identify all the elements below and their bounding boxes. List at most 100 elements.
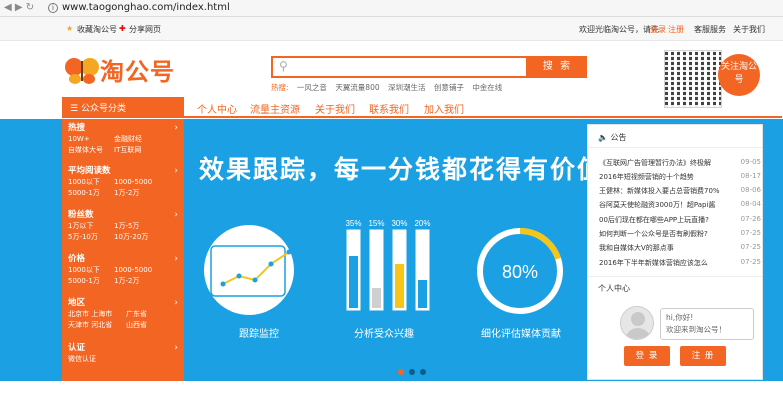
announcement-item[interactable]: 如何判断一个公众号是否有刷假粉? 07-25 xyxy=(599,229,761,239)
category-option[interactable]: 金融财经 xyxy=(114,134,160,145)
interest-bar-chart: 35% 15% 30% 20% xyxy=(345,219,431,311)
category-option[interactable]: 北京市 上海市 xyxy=(68,309,126,320)
announcement-item[interactable]: 谷阿莫天使轮融资3000万！超Papi酱 08-04 xyxy=(599,200,761,210)
category-title: 价格 xyxy=(68,254,86,264)
category-option[interactable]: 5万-10万 xyxy=(68,232,114,243)
announcement-item[interactable]: 我和自媒体大V的那点事 07-25 xyxy=(599,243,761,253)
carousel-dot[interactable] xyxy=(409,369,415,375)
nav-about[interactable]: 关于我们 xyxy=(315,101,355,116)
chevron-right-icon: › xyxy=(174,254,178,264)
hot-search-item[interactable]: 天翼流量800 xyxy=(335,83,379,92)
personal-center-title: 个人中心 xyxy=(598,284,630,293)
category-hot[interactable]: 热搜 › 10W+ 金融财经 自媒体大号 IT互联网 xyxy=(68,123,180,156)
hot-search-item[interactable]: 一风之音 xyxy=(297,83,327,92)
announcement-item[interactable]: 2016年下半年新媒体营销应该怎么 07-25 xyxy=(599,258,761,268)
category-option[interactable]: 微信认证 xyxy=(68,354,114,365)
category-region[interactable]: 地区 › 北京市 上海市 广东省 天津市 河北省 山西省 xyxy=(68,298,180,331)
carousel-dot[interactable] xyxy=(398,369,404,375)
banner-headline: 效果跟踪，每一分钱都花得有价值 xyxy=(199,155,605,184)
category-title: 粉丝数 xyxy=(68,210,94,220)
ring-label: 80% xyxy=(502,262,538,282)
login-link[interactable]: 登录 xyxy=(650,24,666,35)
nav-join[interactable]: 加入我们 xyxy=(424,101,464,116)
bar xyxy=(349,256,358,308)
bar xyxy=(418,280,427,308)
nav-traffic-resources[interactable]: 流量主资源 xyxy=(250,101,300,116)
favorite-link[interactable]: 收藏淘公号 xyxy=(77,24,117,35)
category-option[interactable]: 天津市 河北省 xyxy=(68,320,126,331)
announcement-item[interactable]: 《互联网广告管理暂行办法》终极解 09-05 xyxy=(599,158,761,168)
welcome-text: 欢迎光临淘公号，请先 xyxy=(579,25,659,34)
category-option[interactable]: 广东省 xyxy=(126,309,172,320)
category-verified[interactable]: 认证 › 微信认证 xyxy=(68,343,180,365)
site-logo[interactable]: 淘公号 xyxy=(64,52,186,86)
search-input[interactable]: ⚲ xyxy=(271,56,528,78)
nav-personal-center[interactable]: 个人中心 xyxy=(197,101,237,116)
bar-label: 15% xyxy=(368,219,384,228)
menu-icon: ☰ xyxy=(70,104,79,114)
announcement-title: 公告 xyxy=(610,133,627,142)
announcement-item[interactable]: 00后们现在都在哪些APP上玩直播? 07-26 xyxy=(599,215,761,225)
share-icon: ✚ xyxy=(119,24,126,33)
category-label: 公众号分类 xyxy=(80,104,126,114)
contribution-ring-chart: 80% xyxy=(477,228,563,314)
login-button[interactable]: 登 录 xyxy=(624,346,670,366)
category-option[interactable]: 1000以下 xyxy=(68,265,114,276)
category-title: 地区 xyxy=(68,298,86,308)
category-sidebar: 热搜 › 10W+ 金融财经 自媒体大号 IT互联网 平均阅读数 › 1000以下 100… xyxy=(62,119,184,381)
category-menu-button[interactable]: ☰ 公众号分类 xyxy=(62,97,184,118)
bar-label: 30% xyxy=(391,219,407,228)
logo-text: 淘公号 xyxy=(100,58,175,86)
category-option[interactable]: 5000-1万 xyxy=(68,276,114,287)
chevron-right-icon: › xyxy=(174,343,178,353)
announcement-item[interactable]: 2016年短视频营销的十个趋势 08-17 xyxy=(599,172,761,182)
bar-label: 20% xyxy=(414,219,430,228)
hot-search-item[interactable]: 中金在线 xyxy=(472,83,502,92)
category-option[interactable]: 1000-5000 xyxy=(114,265,160,276)
category-option[interactable]: 5000-1万 xyxy=(68,188,114,199)
category-avg-reads[interactable]: 平均阅读数 › 1000以下 1000-5000 5000-1万 1万-2万 xyxy=(68,166,180,199)
register-link[interactable]: 注册 xyxy=(668,24,684,35)
category-option[interactable]: 1万-2万 xyxy=(114,276,160,287)
share-link[interactable]: 分享网页 xyxy=(129,24,161,35)
category-option[interactable]: 1万-2万 xyxy=(114,188,160,199)
category-title: 热搜 xyxy=(68,123,86,133)
caption-contribution: 细化评估媒体贡献 xyxy=(481,329,561,340)
category-price[interactable]: 价格 › 1000以下 1000-5000 5000-1万 1万-2万 xyxy=(68,254,180,287)
bar xyxy=(395,264,404,308)
search-button[interactable]: 搜 索 xyxy=(528,56,587,78)
about-link[interactable]: 关于我们 xyxy=(733,24,765,35)
category-option[interactable]: 10W+ xyxy=(68,134,114,145)
search-icon: ⚲ xyxy=(279,59,288,73)
bar-label: 35% xyxy=(345,219,361,228)
category-option[interactable]: 自媒体大号 xyxy=(68,145,114,156)
browser-url-bar: ◀ ▶ ↻ i www.taogonghao.com/index.html xyxy=(0,0,783,17)
category-title: 平均阅读数 xyxy=(68,166,111,176)
category-option[interactable]: 1万以下 xyxy=(68,221,114,232)
announcement-header: 🔈 公告 xyxy=(598,132,627,143)
category-option[interactable]: 10万-20万 xyxy=(114,232,160,243)
hot-search-item[interactable]: 深圳潮生活 xyxy=(388,83,426,92)
hot-searches: 热搜: 一风之音 天翼流量800 深圳潮生活 创意铺子 中金在线 xyxy=(271,82,508,93)
announcement-panel: 🔈 公告 《互联网广告管理暂行办法》终极解 09-05 2016年短视频营销的十个… xyxy=(587,124,763,380)
info-icon[interactable]: i xyxy=(48,3,58,13)
nav-contact[interactable]: 联系我们 xyxy=(369,101,409,116)
category-option[interactable]: 山西省 xyxy=(126,320,172,331)
announcement-item[interactable]: 王健林：新媒体投入要占总营销费70% 08-06 xyxy=(599,186,761,196)
follow-badge[interactable]: 关注淘公号 xyxy=(718,54,760,96)
category-option[interactable]: 1000以下 xyxy=(68,177,114,188)
service-link[interactable]: 客服服务 xyxy=(694,24,726,35)
chevron-right-icon: › xyxy=(174,166,178,176)
category-followers[interactable]: 粉丝数 › 1万以下 1万-5万 5万-10万 10万-20万 xyxy=(68,210,180,243)
follow-text: 关注淘公号 xyxy=(720,62,757,85)
register-button[interactable]: 注 册 xyxy=(680,346,726,366)
category-option[interactable]: 1000-5000 xyxy=(114,177,160,188)
category-option[interactable]: 1万-5万 xyxy=(114,221,160,232)
bar xyxy=(372,288,381,308)
hot-search-item[interactable]: 创意铺子 xyxy=(434,83,464,92)
greeting-bubble: hi,你好! 欢迎来到淘公号！ xyxy=(660,308,754,340)
back-forward-icon[interactable]: ◀ ▶ ↻ xyxy=(4,2,34,13)
address-input[interactable]: www.taogonghao.com/index.html xyxy=(62,2,230,13)
carousel-dot[interactable] xyxy=(420,369,426,375)
category-option[interactable]: IT互联网 xyxy=(114,145,160,156)
